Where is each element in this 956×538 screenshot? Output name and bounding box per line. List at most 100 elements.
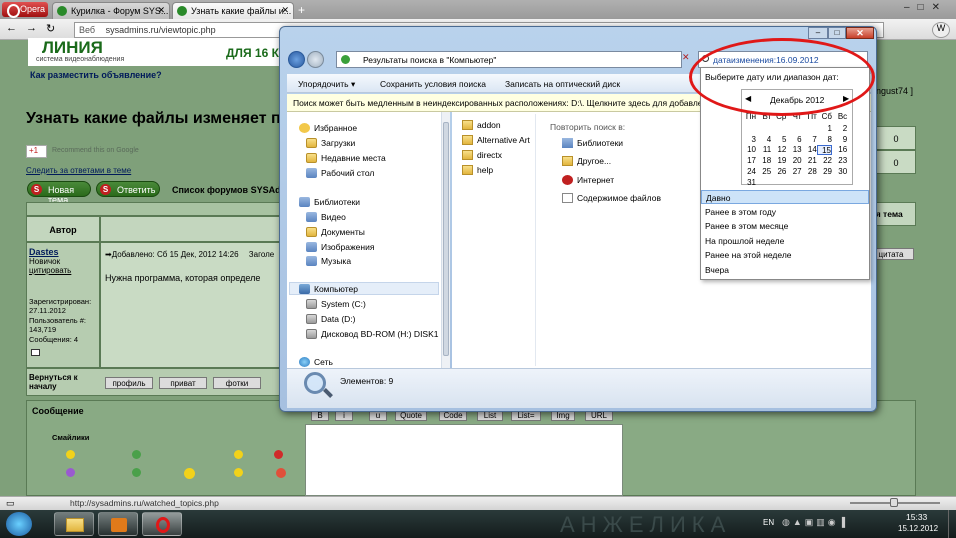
minimize-button[interactable]: – [808,27,828,39]
maximize-button[interactable]: □ [828,27,846,39]
private-button[interactable]: приват [159,377,207,389]
calendar-day[interactable]: 16 [832,145,847,155]
calendar-day[interactable]: 8 [817,135,832,145]
calendar-day[interactable]: 10 [741,145,756,155]
nav-drive-d[interactable]: Data (D:) [306,314,355,324]
taskbar-opera[interactable] [142,512,182,536]
author-name[interactable]: Dastes [29,247,59,257]
nav-computer[interactable]: Компьютер [299,284,358,294]
back-button[interactable] [288,51,305,68]
repeat-internet[interactable]: Интернет [562,175,614,185]
gplus-button[interactable]: +1 [26,145,47,158]
wand-icon[interactable]: W [932,22,950,38]
date-option[interactable]: Ранее в этом году [701,205,869,219]
start-button[interactable] [6,512,32,536]
calendar-day[interactable]: 19 [771,156,786,166]
forward-button[interactable] [307,51,324,68]
calendar-day[interactable]: 2 [832,124,847,134]
nav-libraries[interactable]: Библиотеки [299,197,360,207]
tab-active-topic[interactable]: Узнать какие файлы и... ✕ [172,2,294,19]
new-tab-icon[interactable]: + [298,3,305,17]
panel-toggle-icon[interactable]: ▭ [6,498,15,509]
reload-icon[interactable]: ↻ [46,22,55,35]
calendar-day[interactable]: 9 [832,135,847,145]
close-tab-icon[interactable]: ✕ [157,5,165,16]
file-item[interactable]: directx [462,150,502,160]
ad-banner[interactable]: ЛИНИЯ система видеонаблюдения ДЛЯ 16 К [28,38,286,66]
quote-link[interactable]: цитировать [29,266,71,275]
calendar-day[interactable]: 12 [771,145,786,155]
show-desktop-button[interactable] [948,510,956,538]
tray-icons[interactable]: ◍▲▣▥◉▐ [782,517,872,529]
smiley-icon[interactable] [66,450,75,459]
calendar-day[interactable]: 7 [802,135,816,145]
message-textarea[interactable] [305,424,623,496]
repeat-other[interactable]: Другое... [562,156,611,166]
calendar-day[interactable]: 26 [771,167,786,177]
smiley-icon[interactable] [132,450,141,459]
calendar-day[interactable]: 1 [817,124,832,134]
smiley-icon[interactable] [234,468,243,477]
calendar-day[interactable]: 13 [787,145,802,155]
organize-menu[interactable]: Упорядочить ▾ [298,79,355,90]
burn-disc-button[interactable]: Записать на оптический диск [505,79,620,89]
zoom-slider[interactable] [850,498,940,507]
file-item[interactable]: help [462,165,493,175]
nav-drive-c[interactable]: System (C:) [306,299,366,309]
calendar-day[interactable]: 29 [817,167,832,177]
smiley-icon[interactable] [274,450,283,459]
nav-favorites[interactable]: Избранное [299,123,357,133]
calendar-day[interactable]: 31 [741,178,756,188]
calendar-day[interactable]: 3 [741,135,756,145]
nav-pictures[interactable]: Изображения [306,242,374,252]
date-option[interactable]: На прошлой неделе [701,234,869,248]
smiley-icon[interactable] [66,468,75,477]
calendar-day[interactable]: 22 [817,156,832,166]
smiley-icon[interactable] [184,468,195,479]
follow-topic-link[interactable]: Следить за ответами в теме [26,166,131,175]
profile-button[interactable]: профиль [105,377,153,389]
nav-network[interactable]: Сеть [299,357,333,367]
back-arrow-icon[interactable]: ← [6,22,17,34]
ad-link[interactable]: Как разместить объявление? [30,70,162,80]
calendar-day[interactable]: 6 [787,135,801,145]
reply-button[interactable]: S Ответить [96,181,160,197]
zoom-slider-handle[interactable] [890,498,898,507]
close-window-button[interactable]: ✕ [846,27,874,39]
forward-arrow-icon[interactable]: → [26,22,37,34]
calendar-day[interactable]: 15 [817,145,832,156]
calendar-day[interactable]: 11 [756,145,771,155]
opera-menu-button[interactable]: Opera [2,2,48,18]
tab-kurilka[interactable]: Курилка - Форум SYS... ✕ [52,2,170,19]
date-option[interactable]: Ранее в этом месяце [701,219,869,233]
nav-desktop[interactable]: Рабочий стол [306,168,374,178]
calendar-day[interactable]: 27 [787,167,802,177]
breadcrumb[interactable]: Результаты поиска в "Компьютер" [336,51,682,68]
nav-scroll-thumb[interactable] [443,122,449,356]
window-controls[interactable]: –□✕ [904,2,954,13]
nav-video[interactable]: Видео [306,212,346,222]
date-option[interactable]: Давно [701,190,869,204]
language-indicator[interactable]: EN [763,518,774,527]
nav-recent-places[interactable]: Недавние места [306,153,386,163]
calendar-day[interactable]: 25 [756,167,771,177]
smiley-icon[interactable] [276,468,286,478]
calendar-day[interactable]: 23 [832,156,847,166]
nav-music[interactable]: Музыка [306,256,351,266]
taskbar-media-player[interactable] [98,512,138,536]
smiley-icon[interactable] [132,468,141,477]
calendar-day[interactable]: 5 [771,135,786,145]
new-topic-button[interactable]: S Новая тема [27,181,91,205]
date-option[interactable]: Ранее на этой неделе [701,248,869,262]
nav-downloads[interactable]: Загрузки [306,138,355,148]
calendar-day[interactable]: 20 [787,156,802,166]
nav-documents[interactable]: Документы [306,227,365,237]
calendar-day[interactable]: 21 [802,156,817,166]
calendar-day[interactable]: 24 [741,167,756,177]
calendar-day[interactable]: 18 [756,156,771,166]
calendar-day[interactable]: 28 [802,167,817,177]
calendar-day[interactable]: 30 [832,167,847,177]
nav-scrollbar[interactable] [441,112,450,368]
right-username[interactable]: ngust74 ] [876,86,913,96]
close-tab-icon[interactable]: ✕ [281,5,289,16]
